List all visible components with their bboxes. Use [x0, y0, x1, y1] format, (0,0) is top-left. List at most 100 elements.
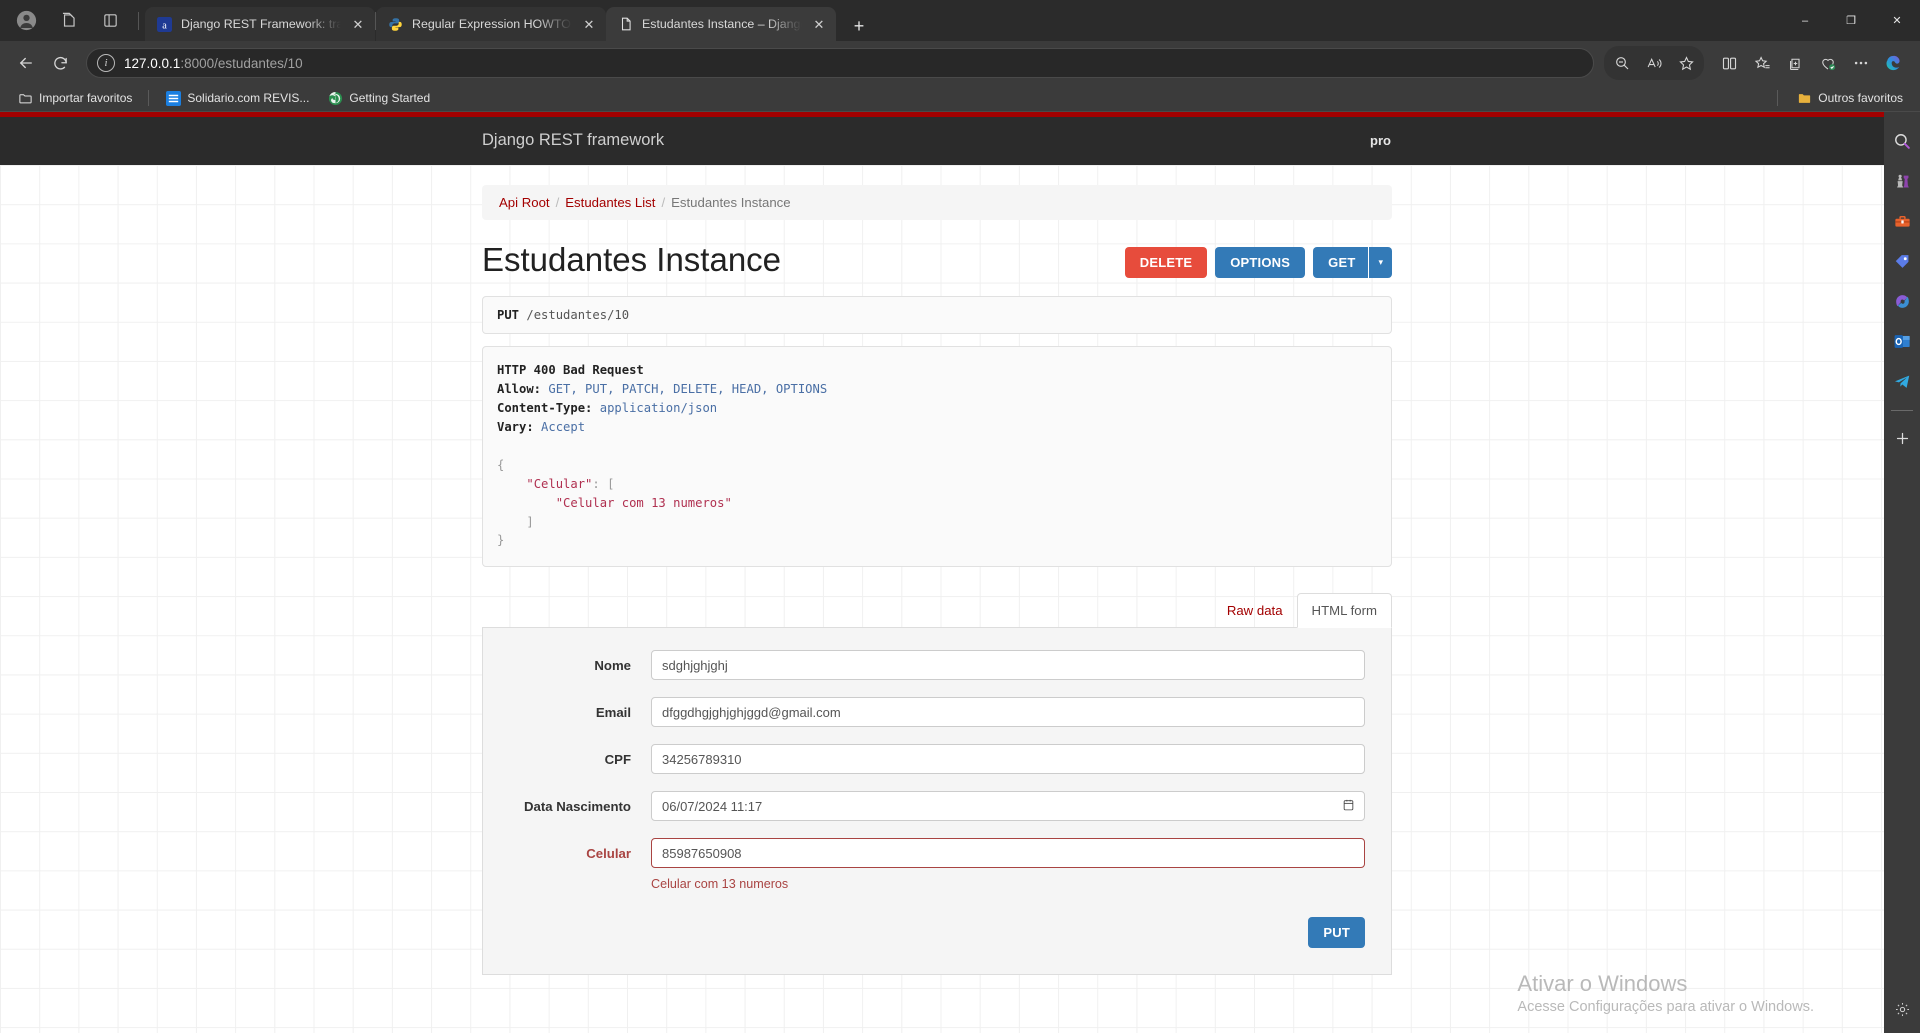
watermark-title: Ativar o Windows: [1517, 971, 1688, 997]
a-letter-icon: a: [156, 16, 173, 33]
input-cpf[interactable]: [651, 744, 1365, 775]
bookmark-getting-started[interactable]: Getting Started: [320, 87, 437, 109]
input-data-nascimento[interactable]: [651, 791, 1365, 822]
web-page: Django REST framework pro Api Root / Estud…: [0, 111, 1884, 1033]
outlook-icon[interactable]: [1884, 322, 1920, 362]
window-controls: – ❐ ✕: [1782, 0, 1920, 41]
site-info-icon[interactable]: i: [97, 54, 115, 73]
breadcrumb-item-current: Estudantes Instance: [671, 194, 791, 210]
office-icon[interactable]: [1884, 282, 1920, 322]
address-path: :8000/estudantes/10: [180, 55, 303, 71]
tab-html-form[interactable]: HTML form: [1296, 593, 1392, 629]
response-header-key-vary: Vary:: [497, 419, 534, 434]
settings-gear-icon[interactable]: [1884, 993, 1920, 1033]
page-icon: [617, 16, 634, 33]
form-footer: PUT: [483, 917, 1365, 949]
get-button[interactable]: GET: [1313, 246, 1369, 278]
add-favorite-star-icon[interactable]: [1670, 47, 1702, 79]
back-icon[interactable]: [10, 47, 42, 79]
browser-tab-1-close-icon[interactable]: ✕: [349, 15, 367, 33]
label-celular: Celular: [586, 845, 631, 861]
browser-toolbar-right: [1604, 46, 1910, 81]
breadcrumb-item-api-root[interactable]: Api Root: [499, 195, 550, 210]
bookmark-solidario-label: Solidario.com REVIS...: [187, 91, 310, 106]
calendar-icon[interactable]: [1342, 798, 1355, 812]
delete-button[interactable]: DELETE: [1124, 246, 1208, 278]
profile-avatar-icon[interactable]: [6, 4, 46, 38]
label-data-nascimento: Data Nascimento: [523, 798, 631, 814]
response-header-key-content-type: Content-Type:: [497, 401, 593, 416]
tag-icon[interactable]: [1884, 242, 1920, 282]
response-body-colon-bracket: : [: [592, 476, 615, 491]
form-tabs: Raw data HTML form: [482, 593, 1392, 629]
sidebar-divider: [1891, 409, 1913, 411]
bookmark-getting-started-label: Getting Started: [349, 91, 431, 106]
address-bar[interactable]: i 127.0.0.1:8000/estudantes/10: [86, 48, 1594, 79]
bookmark-import-favorites[interactable]: Importar favoritos: [10, 87, 139, 109]
breadcrumb: Api Root / Estudantes List / Estudantes Inst…: [482, 184, 1392, 220]
zoom-out-search-icon[interactable]: [1606, 47, 1638, 79]
blue-doc-icon: [165, 90, 181, 106]
toolbox-icon[interactable]: [1884, 202, 1920, 242]
label-cpf: CPF: [604, 751, 631, 767]
drf-brand-title[interactable]: Django REST framework: [0, 131, 664, 150]
browser-essentials-icon[interactable]: [1812, 47, 1844, 79]
bookmark-solidario[interactable]: Solidario.com REVIS...: [158, 87, 316, 109]
field-error-message-celular: Celular com 13 numeros: [651, 877, 789, 892]
input-celular[interactable]: [651, 838, 1365, 869]
breadcrumb-item-estudantes-list[interactable]: Estudantes List: [565, 195, 655, 210]
form-row-nome: Nome: [483, 650, 1365, 681]
drf-user-menu[interactable]: pro: [1370, 133, 1391, 148]
drf-container: Api Root / Estudantes List / Estudantes Inst…: [482, 165, 1392, 976]
bookmarks-bar: Importar favoritos Solidario.com REVIS..…: [0, 85, 1920, 112]
tab-copilot-icon[interactable]: [48, 4, 88, 38]
new-tab-button[interactable]: +: [844, 11, 874, 41]
browser-tab-2-close-icon[interactable]: ✕: [580, 15, 598, 33]
close-button[interactable]: ✕: [1874, 0, 1920, 41]
tab-raw-data[interactable]: Raw data: [1213, 594, 1297, 627]
maximize-button[interactable]: ❐: [1828, 0, 1874, 41]
response-header-value-content-type: application/json: [599, 401, 718, 416]
action-button-group: DELETE OPTIONS GET ▾: [1124, 246, 1392, 278]
read-aloud-icon[interactable]: [1638, 47, 1670, 79]
bookmark-other-favorites[interactable]: Outros favoritos: [1789, 87, 1910, 109]
browser-tab-1[interactable]: a Django REST Framework: trabalh ✕: [145, 7, 375, 41]
address-host: 127.0.0.1: [124, 55, 181, 71]
browser-tab-2[interactable]: Regular Expression HOWTO — P ✕: [376, 7, 606, 41]
browser-tab-3-close-icon[interactable]: ✕: [810, 15, 828, 33]
collections-icon[interactable]: [1779, 47, 1811, 79]
bookmarks-right-divider: [1777, 90, 1779, 107]
chess-icon[interactable]: [1884, 162, 1920, 202]
request-path: /estudantes/10: [526, 308, 630, 323]
bookmarks-divider: [148, 90, 150, 107]
browser-navigation-bar: i 127.0.0.1:8000/estudantes/10: [0, 41, 1920, 86]
split-screen-toolbar-icon[interactable]: [1713, 47, 1745, 79]
request-method: PUT: [497, 308, 520, 323]
folder-import-icon: [17, 90, 33, 106]
copilot-icon[interactable]: [1878, 47, 1910, 79]
breadcrumb-separator-2: /: [661, 194, 666, 210]
folder-icon: [1796, 90, 1812, 106]
edge-start-icon: [327, 90, 343, 106]
split-screen-icon[interactable]: [90, 4, 130, 38]
get-dropdown-caret-icon[interactable]: ▾: [1369, 246, 1392, 278]
plus-icon[interactable]: [1884, 419, 1920, 459]
browser-titlebar: a Django REST Framework: trabalh ✕ Regul…: [0, 0, 1920, 41]
minimize-button[interactable]: –: [1782, 0, 1828, 41]
search-icon[interactable]: [1884, 122, 1920, 162]
browser-tab-3[interactable]: Estudantes Instance – Django RE ✕: [606, 7, 836, 41]
reload-icon[interactable]: [44, 47, 76, 79]
bookmark-import-favorites-label: Importar favoritos: [39, 91, 133, 106]
input-nome[interactable]: [651, 650, 1365, 681]
favorites-list-icon[interactable]: [1746, 47, 1778, 79]
response-body-key: "Celular": [526, 476, 593, 491]
options-button[interactable]: OPTIONS: [1215, 246, 1306, 278]
put-submit-button[interactable]: PUT: [1308, 917, 1365, 949]
telegram-icon[interactable]: [1884, 362, 1920, 402]
input-email[interactable]: [651, 697, 1365, 728]
settings-more-icon[interactable]: [1845, 47, 1877, 79]
svg-text:a: a: [162, 20, 167, 31]
browser-tab-1-title: Django REST Framework: trabalh: [181, 17, 341, 31]
drf-navbar: Django REST framework pro: [0, 116, 1884, 165]
control-data-nascimento: [651, 791, 1365, 822]
